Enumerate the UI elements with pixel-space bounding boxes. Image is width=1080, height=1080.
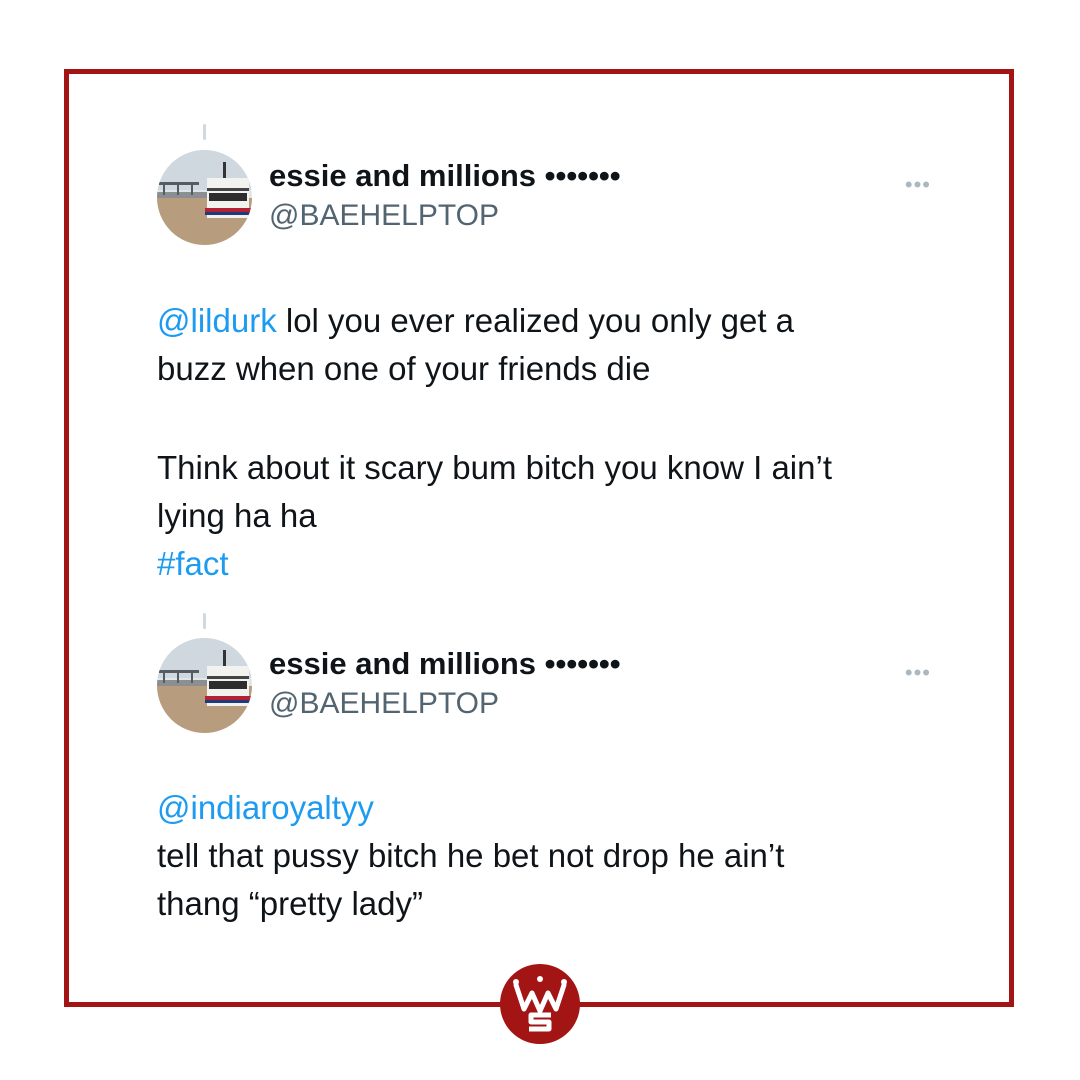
tweet-2: essie and millions ••••••• @BAEHELPTOP •… [157, 638, 947, 938]
user-handle[interactable]: @BAEHELPTOP [269, 199, 499, 233]
mention-link[interactable]: @lildurk [157, 302, 277, 339]
avatar[interactable] [157, 638, 252, 733]
more-options-icon[interactable]: ••• [905, 660, 931, 686]
thread-connector-line [203, 613, 206, 629]
tweet-body-line-4: lying ha ha [157, 497, 317, 534]
mention-link[interactable]: @indiaroyaltyy [157, 784, 374, 832]
tweet-body-line-2: buzz when one of your friends die [157, 350, 651, 387]
display-name[interactable]: essie and millions ••••••• [269, 158, 621, 194]
tweet-body-line-1: @lildurk lol you ever realized you only … [157, 297, 794, 345]
tweet-body-line-2: tell that pussy bitch he bet not drop he… [157, 837, 785, 874]
tweet-1: essie and millions ••••••• @BAEHELPTOP •… [157, 150, 947, 590]
worldstar-crown-logo [499, 963, 581, 1045]
tweet-body-line-3: thang “pretty lady” [157, 885, 423, 922]
user-handle[interactable]: @BAEHELPTOP [269, 687, 499, 721]
display-name[interactable]: essie and millions ••••••• [269, 646, 621, 682]
tweet-body-line-3: Think about it scary bum bitch you know … [157, 449, 832, 486]
hashtag-link[interactable]: #fact [157, 540, 229, 588]
avatar[interactable] [157, 150, 252, 245]
avatar-riverboat-photo [157, 638, 252, 733]
avatar-riverboat-photo [157, 150, 252, 245]
more-options-icon[interactable]: ••• [905, 172, 931, 198]
tweet-text: lol you ever realized you only get a [276, 302, 795, 339]
thread-connector-line [203, 124, 206, 140]
